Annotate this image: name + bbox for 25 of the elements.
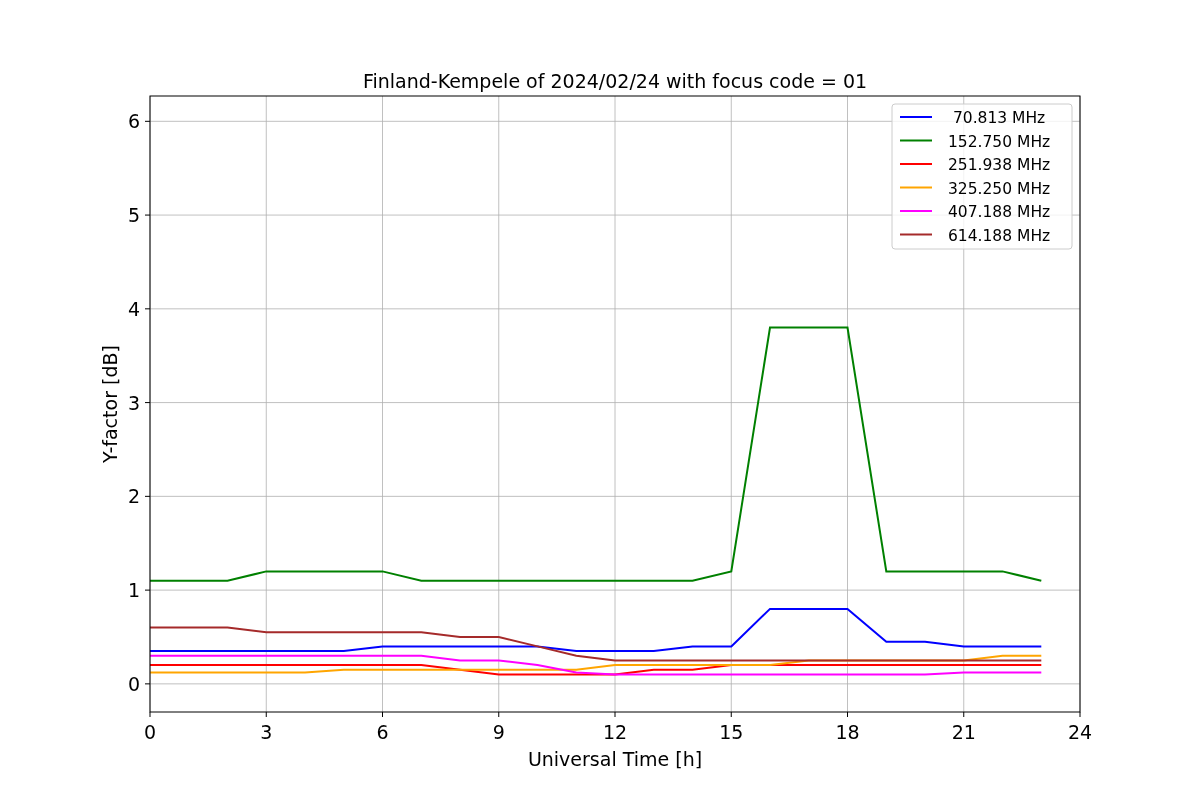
x-tick-label: 15 xyxy=(719,721,744,743)
legend-label: 407.188 MHz xyxy=(948,203,1051,221)
x-tick-label: 18 xyxy=(835,721,860,743)
y-tick-label: 2 xyxy=(127,485,140,508)
x-tick-label: 12 xyxy=(602,721,628,743)
x-tick-label: 9 xyxy=(492,721,505,743)
y-tick-label: 4 xyxy=(127,297,140,320)
y-tick-label: 3 xyxy=(127,391,140,414)
chart-title: Finland-Kempele of 2024/02/24 with focus code = 01 xyxy=(362,70,868,92)
x-axis-label: Universal Time [h] xyxy=(527,748,703,770)
y-tick-label: 5 xyxy=(127,204,140,227)
legend-label: 614.188 MHz xyxy=(948,226,1051,245)
x-tick-label: 24 xyxy=(1067,721,1093,743)
y-tick-label: 6 xyxy=(127,110,140,133)
legend-label: 325.250 MHz xyxy=(948,179,1051,198)
x-tick-label: 3 xyxy=(260,721,273,743)
x-tick-label: 21 xyxy=(951,721,976,743)
y-tick-label: 0 xyxy=(127,672,140,695)
x-tick-label: 0 xyxy=(143,721,157,743)
y-tick-label: 1 xyxy=(127,579,140,602)
legend-label: 70.813 MHz xyxy=(952,109,1046,127)
legend-label: 152.750 MHz xyxy=(948,132,1051,151)
y-axis-label: Y-factor [dB] xyxy=(99,345,121,463)
legend-label: 251.938 MHz xyxy=(948,156,1051,174)
x-tick-label: 6 xyxy=(376,721,389,743)
